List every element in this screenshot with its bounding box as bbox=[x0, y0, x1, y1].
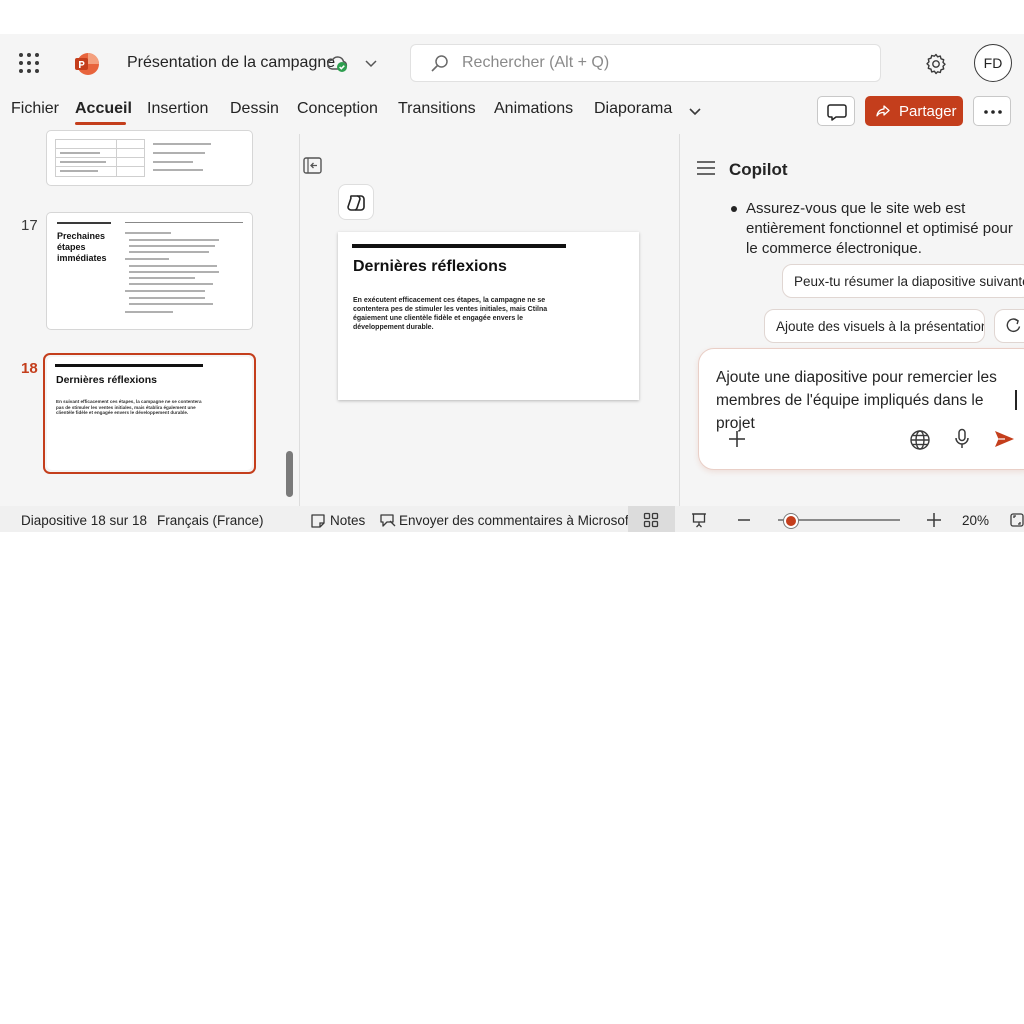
chevron-down-icon[interactable] bbox=[364, 58, 378, 68]
pane-divider bbox=[299, 134, 300, 506]
tab-conception[interactable]: Conception bbox=[297, 100, 378, 118]
current-slide[interactable]: Dernières réflexions En exécutent effica… bbox=[338, 232, 639, 400]
send-icon[interactable] bbox=[993, 429, 1015, 449]
collapse-pane-icon[interactable] bbox=[302, 154, 330, 178]
powerpoint-logo-icon bbox=[74, 51, 100, 77]
document-title[interactable]: Présentation de la campagne bbox=[127, 54, 335, 72]
more-options-button[interactable] bbox=[973, 96, 1011, 126]
zoom-in-icon[interactable] bbox=[926, 512, 942, 528]
thumbnail-17-title: Prechaines étapes immédiates bbox=[57, 231, 107, 263]
microphone-icon[interactable] bbox=[954, 428, 970, 450]
search-placeholder: Rechercher (Alt + Q) bbox=[462, 54, 610, 71]
slide-body-text[interactable]: En exécutent efficacement ces étapes, la… bbox=[353, 296, 573, 332]
feedback-button[interactable]: Envoyer des commentaires à Microsoft bbox=[399, 513, 632, 528]
share-button[interactable]: Partager bbox=[865, 96, 963, 126]
tab-dessin[interactable]: Dessin bbox=[230, 100, 279, 118]
fit-to-window-icon[interactable] bbox=[1008, 511, 1024, 529]
more-tabs-chevron-icon[interactable] bbox=[688, 106, 702, 116]
slide-title-bar bbox=[352, 244, 566, 248]
copilot-icon bbox=[347, 195, 365, 211]
slideshow-view-icon[interactable] bbox=[690, 511, 708, 529]
text-cursor bbox=[1015, 390, 1017, 410]
share-icon bbox=[876, 105, 890, 117]
language-indicator[interactable]: Français (France) bbox=[157, 513, 264, 528]
bullet-icon bbox=[731, 206, 737, 212]
copilot-prompt-input[interactable]: Ajoute une diapositive pour remercier le… bbox=[716, 366, 1016, 435]
user-avatar[interactable]: FD bbox=[974, 44, 1012, 82]
slide-thumbnail-18[interactable]: Dernières réflexions En suivant efficace… bbox=[47, 357, 252, 470]
copilot-divider bbox=[679, 134, 680, 506]
copilot-title: Copilot bbox=[729, 160, 788, 179]
share-label: Partager bbox=[899, 102, 957, 120]
feedback-icon bbox=[379, 512, 397, 530]
zoom-out-icon[interactable] bbox=[737, 512, 751, 528]
tab-diaporama[interactable]: Diaporama bbox=[594, 100, 672, 118]
slide-thumbnail-17[interactable]: Prechaines étapes immédiates bbox=[46, 212, 253, 330]
thumbnail-18-title: Dernières réflexions bbox=[56, 374, 157, 386]
copilot-button[interactable] bbox=[338, 184, 374, 220]
notes-button[interactable]: Notes bbox=[330, 513, 365, 528]
zoom-level[interactable]: 20% bbox=[962, 513, 989, 528]
suggestion-add-visuals[interactable]: Ajoute des visuels à la présentation. bbox=[764, 309, 985, 343]
slide-counter: Diapositive 18 sur 18 bbox=[21, 513, 148, 528]
ellipsis-icon bbox=[984, 110, 1002, 114]
thumbnail-18-body: En suivant efficacement ces étapes, la c… bbox=[56, 399, 202, 416]
slide-number-17: 17 bbox=[21, 217, 38, 234]
cloud-saved-icon[interactable] bbox=[326, 54, 350, 74]
hamburger-menu-icon[interactable] bbox=[696, 160, 716, 176]
suggestion-summarize-next-slide[interactable]: Peux-tu résumer la diapositive suivante … bbox=[782, 264, 1024, 298]
notes-icon bbox=[310, 513, 326, 529]
tab-accueil[interactable]: Accueil bbox=[75, 100, 132, 118]
app-launcher-icon[interactable] bbox=[18, 52, 40, 74]
normal-view-icon bbox=[643, 512, 659, 528]
comments-button[interactable] bbox=[817, 96, 855, 126]
gear-icon[interactable] bbox=[924, 52, 948, 76]
copilot-response-text: Assurez-vous que le site web est entière… bbox=[746, 200, 1013, 257]
globe-icon[interactable] bbox=[909, 429, 931, 451]
slide-title[interactable]: Dernières réflexions bbox=[353, 258, 507, 276]
thumbnail-table bbox=[55, 139, 145, 177]
comment-icon bbox=[827, 104, 847, 121]
active-tab-indicator bbox=[75, 122, 126, 125]
zoom-slider-handle[interactable] bbox=[783, 514, 798, 528]
search-icon bbox=[430, 54, 450, 74]
powerpoint-window: Présentation de la campagne Rechercher (… bbox=[0, 34, 1024, 532]
refresh-icon bbox=[1006, 318, 1021, 333]
tab-fichier[interactable]: Fichier bbox=[11, 100, 59, 118]
tab-animations[interactable]: Animations bbox=[494, 100, 573, 118]
tab-transitions[interactable]: Transitions bbox=[398, 100, 476, 118]
slide-number-18: 18 bbox=[21, 360, 38, 377]
slide-thumbnail-16[interactable] bbox=[46, 130, 253, 186]
tab-insertion[interactable]: Insertion bbox=[147, 100, 208, 118]
thumbnail-scrollbar[interactable] bbox=[286, 451, 293, 497]
refresh-suggestions-button[interactable] bbox=[994, 309, 1024, 343]
plus-icon[interactable] bbox=[727, 429, 747, 449]
